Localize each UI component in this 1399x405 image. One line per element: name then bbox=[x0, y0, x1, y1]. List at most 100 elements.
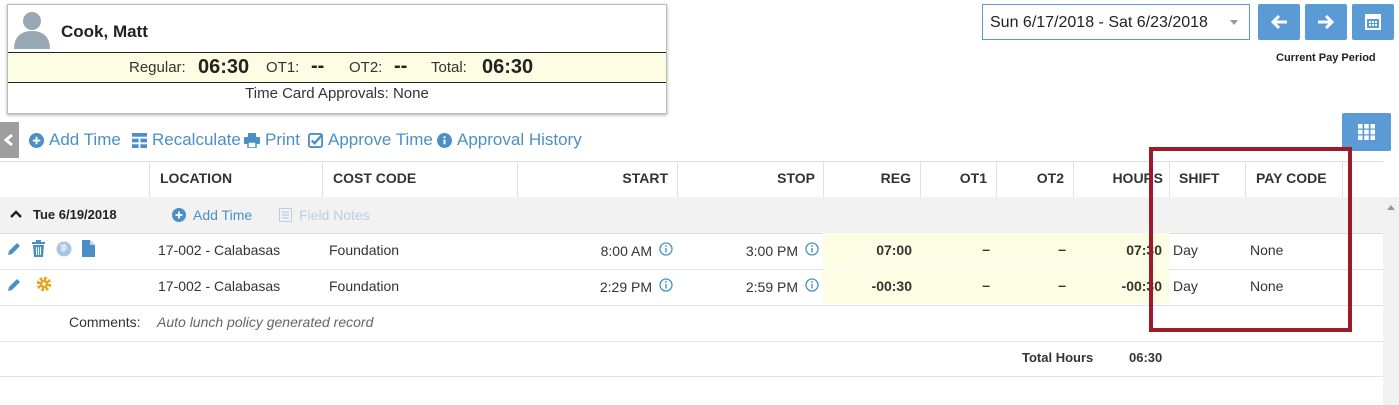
print-label: Print bbox=[265, 130, 300, 149]
print-button[interactable]: Print bbox=[244, 130, 300, 150]
approvals-status: Time Card Approvals: None bbox=[245, 85, 429, 102]
field-notes-label: Field Notes bbox=[299, 207, 370, 223]
chevron-down-icon bbox=[1230, 20, 1238, 25]
column-start[interactable]: START bbox=[517, 162, 677, 197]
arrow-right-icon bbox=[1318, 14, 1335, 30]
total-hours-label: Total Hours bbox=[1022, 350, 1094, 365]
total-label: Total: bbox=[431, 59, 467, 76]
row-shift: Day bbox=[1173, 242, 1198, 258]
column-spacer bbox=[1342, 162, 1383, 197]
row-cost-code: Foundation bbox=[329, 278, 400, 294]
next-period-button[interactable] bbox=[1305, 4, 1347, 40]
table-icon bbox=[132, 132, 147, 148]
add-time-label: Add Time bbox=[49, 130, 121, 149]
document-icon[interactable] bbox=[82, 240, 95, 257]
table-row: 17-002 - Calabasas Foundation 8:00 AM 3:… bbox=[0, 233, 1383, 270]
row-pay-code: None bbox=[1250, 278, 1284, 294]
employee-name: Cook, Matt bbox=[61, 22, 148, 41]
recalculate-label: Recalculate bbox=[152, 130, 241, 149]
ot1-label: OT1: bbox=[266, 59, 300, 76]
row-ot1: – bbox=[982, 241, 990, 257]
employee-card: Cook, Matt Regular: 06:30 OT1: -- OT2: -… bbox=[7, 4, 667, 114]
ot2-value: -- bbox=[394, 55, 408, 77]
table-row: 17-002 - Calabasas Foundation 2:29 PM 2:… bbox=[0, 269, 1383, 306]
calendar-button[interactable] bbox=[1352, 4, 1394, 40]
row-ot1: – bbox=[982, 277, 990, 293]
row-location: 17-002 - Calabasas bbox=[158, 278, 281, 294]
employee-header: Cook, Matt bbox=[8, 5, 666, 53]
column-location[interactable]: LOCATION bbox=[149, 162, 322, 197]
approve-time-button[interactable]: Approve Time bbox=[308, 130, 433, 150]
regular-value: 06:30 bbox=[198, 56, 250, 78]
row-cost-code: Foundation bbox=[329, 242, 400, 258]
column-ot2[interactable]: OT2 bbox=[996, 162, 1073, 197]
comments-text: Auto lunch policy generated record bbox=[157, 314, 374, 330]
printer-icon bbox=[244, 132, 260, 148]
column-cost-code[interactable]: COST CODE bbox=[322, 162, 517, 197]
day-group-row: Tue 6/19/2018 Add Time Field Notes bbox=[0, 197, 1383, 234]
plus-circle-icon bbox=[29, 132, 44, 148]
day-group-date: Tue 6/19/2018 bbox=[33, 207, 117, 222]
column-chooser-button[interactable] bbox=[1342, 113, 1391, 151]
info-icon[interactable] bbox=[659, 242, 673, 256]
recalculate-button[interactable]: Recalculate bbox=[132, 130, 241, 150]
info-icon[interactable] bbox=[805, 242, 819, 256]
add-time-button[interactable]: Add Time bbox=[29, 130, 121, 150]
row-pay-code: None bbox=[1250, 242, 1284, 258]
row-start: 8:00 AM bbox=[600, 243, 652, 259]
column-shift[interactable]: SHIFT bbox=[1169, 162, 1245, 197]
row-start: 2:29 PM bbox=[599, 279, 652, 295]
pencil-icon[interactable] bbox=[6, 241, 22, 257]
totals-row: Total Hours 06:30 bbox=[0, 341, 1383, 377]
row-stop: 2:59 PM bbox=[745, 279, 798, 295]
previous-period-button[interactable] bbox=[1258, 4, 1300, 40]
column-pay-code[interactable]: PAY CODE bbox=[1245, 162, 1342, 197]
current-pay-period-label: Current Pay Period bbox=[1276, 52, 1376, 64]
info-circle-icon bbox=[437, 132, 452, 148]
plus-circle-icon bbox=[172, 208, 186, 222]
chevron-left-icon bbox=[3, 134, 13, 146]
user-avatar-icon bbox=[14, 12, 50, 49]
globe-icon[interactable] bbox=[56, 241, 72, 257]
row-ot2: – bbox=[1058, 277, 1066, 293]
row-ot2: – bbox=[1058, 241, 1066, 257]
day-add-time-label: Add Time bbox=[193, 207, 253, 223]
info-icon[interactable] bbox=[805, 278, 819, 292]
arrow-left-icon bbox=[1270, 14, 1287, 30]
approval-history-label: Approval History bbox=[457, 130, 582, 149]
day-add-time-button[interactable]: Add Time bbox=[172, 207, 252, 223]
approval-history-button[interactable]: Approval History bbox=[437, 130, 582, 150]
regular-label: Regular: bbox=[129, 59, 186, 76]
column-stop[interactable]: STOP bbox=[677, 162, 823, 197]
column-reg[interactable]: REG bbox=[823, 162, 920, 197]
total-hours-value: 06:30 bbox=[1129, 350, 1163, 365]
row-hours: 07:30 bbox=[1126, 242, 1162, 258]
table-header: LOCATION COST CODE START STOP REG OT1 OT… bbox=[0, 161, 1383, 198]
field-notes-button[interactable]: Field Notes bbox=[279, 207, 370, 223]
pencil-icon[interactable] bbox=[6, 277, 22, 293]
row-reg: 07:00 bbox=[876, 242, 912, 258]
pay-period-select[interactable]: Sun 6/17/2018 - Sat 6/23/2018 bbox=[982, 4, 1250, 40]
comments-label: Comments: bbox=[69, 314, 141, 330]
trash-icon[interactable] bbox=[31, 240, 46, 257]
scroll-up-icon[interactable] bbox=[1387, 205, 1395, 210]
check-square-icon bbox=[308, 132, 323, 148]
approve-time-label: Approve Time bbox=[328, 130, 433, 149]
comments-row: Comments: Auto lunch policy generated re… bbox=[0, 305, 1383, 342]
column-ot1[interactable]: OT1 bbox=[920, 162, 996, 197]
notes-icon bbox=[279, 208, 292, 222]
ot1-value: -- bbox=[311, 55, 325, 77]
row-stop: 3:00 PM bbox=[745, 243, 798, 259]
row-hours: -00:30 bbox=[1121, 278, 1162, 294]
vertical-scrollbar[interactable] bbox=[1383, 197, 1399, 405]
row-location: 17-002 - Calabasas bbox=[158, 242, 281, 258]
info-icon[interactable] bbox=[659, 278, 673, 292]
column-hours[interactable]: HOURS bbox=[1073, 162, 1169, 197]
calendar-icon bbox=[1365, 14, 1381, 30]
pay-period-value: Sun 6/17/2018 - Sat 6/23/2018 bbox=[990, 14, 1208, 31]
row-reg: -00:30 bbox=[871, 278, 912, 294]
hours-summary: Regular: 06:30 OT1: -- OT2: -- Total: 06… bbox=[8, 53, 666, 83]
collapse-panel-button[interactable] bbox=[0, 122, 19, 158]
chevron-up-icon[interactable] bbox=[10, 209, 22, 219]
row-shift: Day bbox=[1173, 278, 1198, 294]
